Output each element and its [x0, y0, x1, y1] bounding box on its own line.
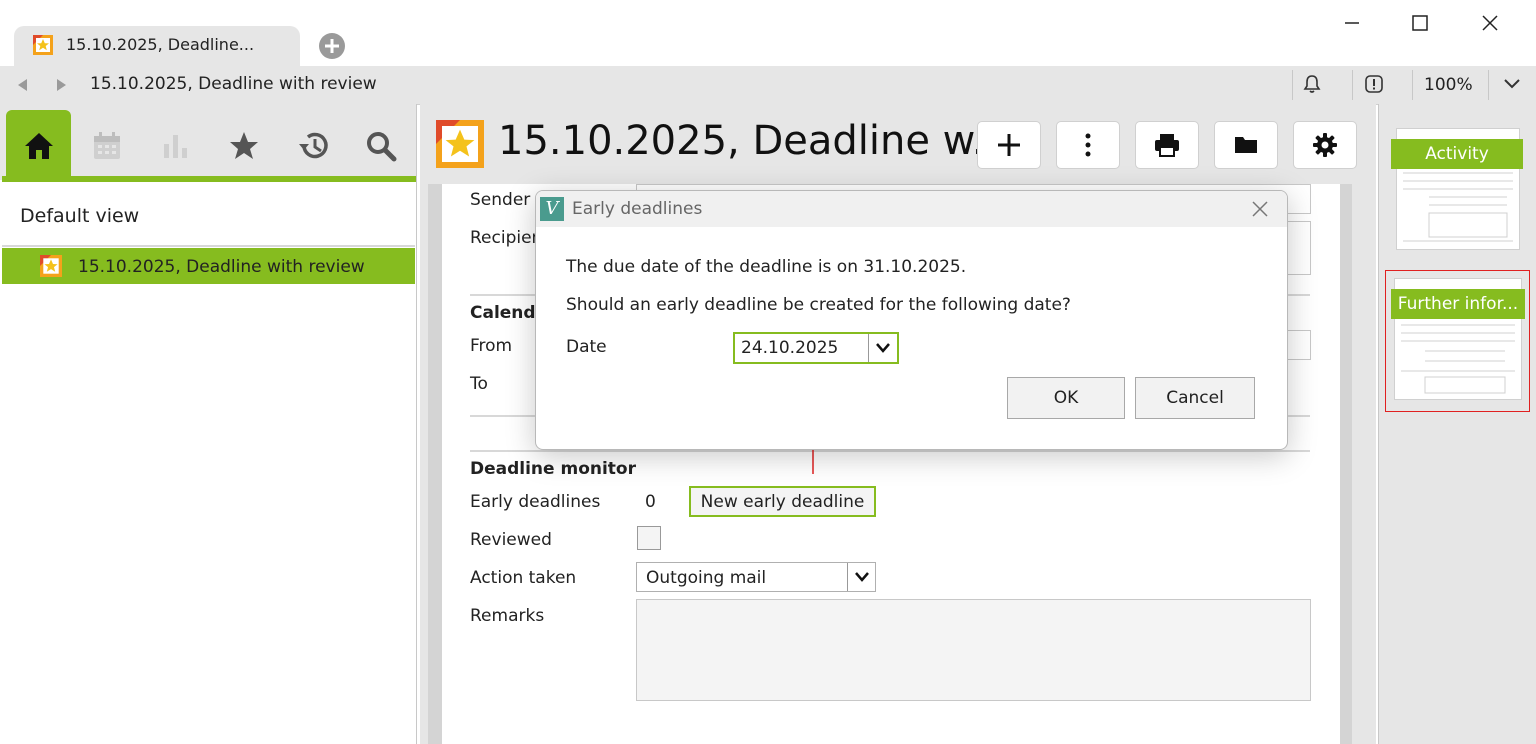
- thumbnail-label: Activity: [1391, 139, 1523, 169]
- reviewed-checkbox[interactable]: [637, 526, 661, 550]
- date-value[interactable]: 24.10.2025: [741, 338, 838, 358]
- remarks-textarea[interactable]: [636, 599, 1311, 701]
- dialog-title: Early deadlines: [572, 199, 703, 219]
- tree-item-label: 15.10.2025, Deadline with review: [78, 257, 365, 277]
- home-icon: [23, 130, 55, 162]
- early-deadlines-count: 0: [645, 492, 656, 512]
- sender-label: Sender: [470, 190, 531, 210]
- search-icon[interactable]: [365, 130, 397, 162]
- star-icon[interactable]: [228, 130, 260, 162]
- deadline-star-icon: [40, 255, 62, 277]
- divider: [1488, 70, 1489, 100]
- forward-arrow-icon[interactable]: [52, 76, 70, 94]
- deadline-monitor-heading: Deadline monitor: [470, 459, 636, 479]
- thumbnail-label: Further infor...: [1391, 289, 1525, 319]
- add-button[interactable]: [977, 121, 1041, 169]
- back-arrow-icon[interactable]: [14, 76, 32, 94]
- new-tab-icon[interactable]: [318, 32, 346, 60]
- more-button[interactable]: [1056, 121, 1120, 169]
- left-panel: [0, 104, 417, 744]
- print-button[interactable]: [1135, 121, 1199, 169]
- ok-button[interactable]: OK: [1007, 377, 1125, 419]
- date-label: Date: [566, 337, 607, 357]
- action-taken-value: Outgoing mail: [646, 568, 767, 588]
- action-taken-label: Action taken: [470, 568, 577, 588]
- to-label: To: [470, 374, 488, 394]
- thumbnail-further-info[interactable]: Further infor...: [1391, 278, 1525, 400]
- tab-title: 15.10.2025, Deadline...: [66, 35, 255, 54]
- chevron-down-icon[interactable]: [847, 563, 876, 591]
- new-early-deadline-button[interactable]: New early deadline: [689, 486, 876, 517]
- early-deadlines-label: Early deadlines: [470, 492, 601, 512]
- history-icon[interactable]: [296, 130, 330, 162]
- gear-icon: [1313, 133, 1337, 157]
- bell-icon[interactable]: [1302, 74, 1322, 94]
- recipient-label: Recipien: [470, 228, 543, 248]
- tabs-underline: [2, 176, 416, 182]
- chevron-down-icon[interactable]: [1502, 75, 1522, 93]
- add-icon: [998, 134, 1020, 156]
- folder-icon: [1235, 137, 1257, 153]
- reviewed-label: Reviewed: [470, 530, 552, 550]
- close-icon[interactable]: [1250, 199, 1270, 219]
- thumbnail-activity[interactable]: Activity: [1391, 128, 1523, 250]
- date-picker[interactable]: 24.10.2025: [733, 332, 899, 364]
- divider: [1412, 70, 1413, 100]
- divider: [1352, 70, 1353, 100]
- divider: [1292, 70, 1293, 100]
- chart-icon[interactable]: [160, 130, 192, 162]
- app-logo-icon: V: [540, 197, 564, 221]
- remarks-label: Remarks: [470, 606, 545, 626]
- folder-button[interactable]: [1214, 121, 1278, 169]
- view-title: Default view: [20, 205, 140, 227]
- cancel-button[interactable]: Cancel: [1135, 377, 1255, 419]
- close-window-icon[interactable]: [1460, 10, 1520, 36]
- action-taken-select[interactable]: Outgoing mail: [636, 562, 876, 592]
- dialog-message-question: Should an early deadline be created for …: [566, 295, 1071, 315]
- address-title: 15.10.2025, Deadline with review: [90, 74, 377, 94]
- alert-icon[interactable]: [1364, 74, 1384, 94]
- chevron-down-icon[interactable]: [868, 334, 897, 362]
- dialog-message-due-date: The due date of the deadline is on 31.10…: [566, 257, 967, 277]
- document-title: 15.10.2025, Deadline w...: [498, 118, 1010, 164]
- zoom-level[interactable]: 100%: [1424, 75, 1473, 95]
- divider: [470, 450, 1310, 452]
- settings-button[interactable]: [1293, 121, 1357, 169]
- divider: [2, 245, 415, 247]
- deadline-star-icon: [436, 120, 484, 168]
- calendar-icon[interactable]: [91, 130, 123, 162]
- minimize-icon[interactable]: [1322, 10, 1382, 36]
- more-icon: [1085, 133, 1091, 157]
- print-icon: [1155, 134, 1179, 157]
- early-deadlines-dialog: V Early deadlines The due date of the de…: [535, 190, 1288, 450]
- maximize-icon[interactable]: [1390, 10, 1450, 36]
- deadline-star-icon: [33, 35, 53, 55]
- from-label: From: [470, 336, 513, 356]
